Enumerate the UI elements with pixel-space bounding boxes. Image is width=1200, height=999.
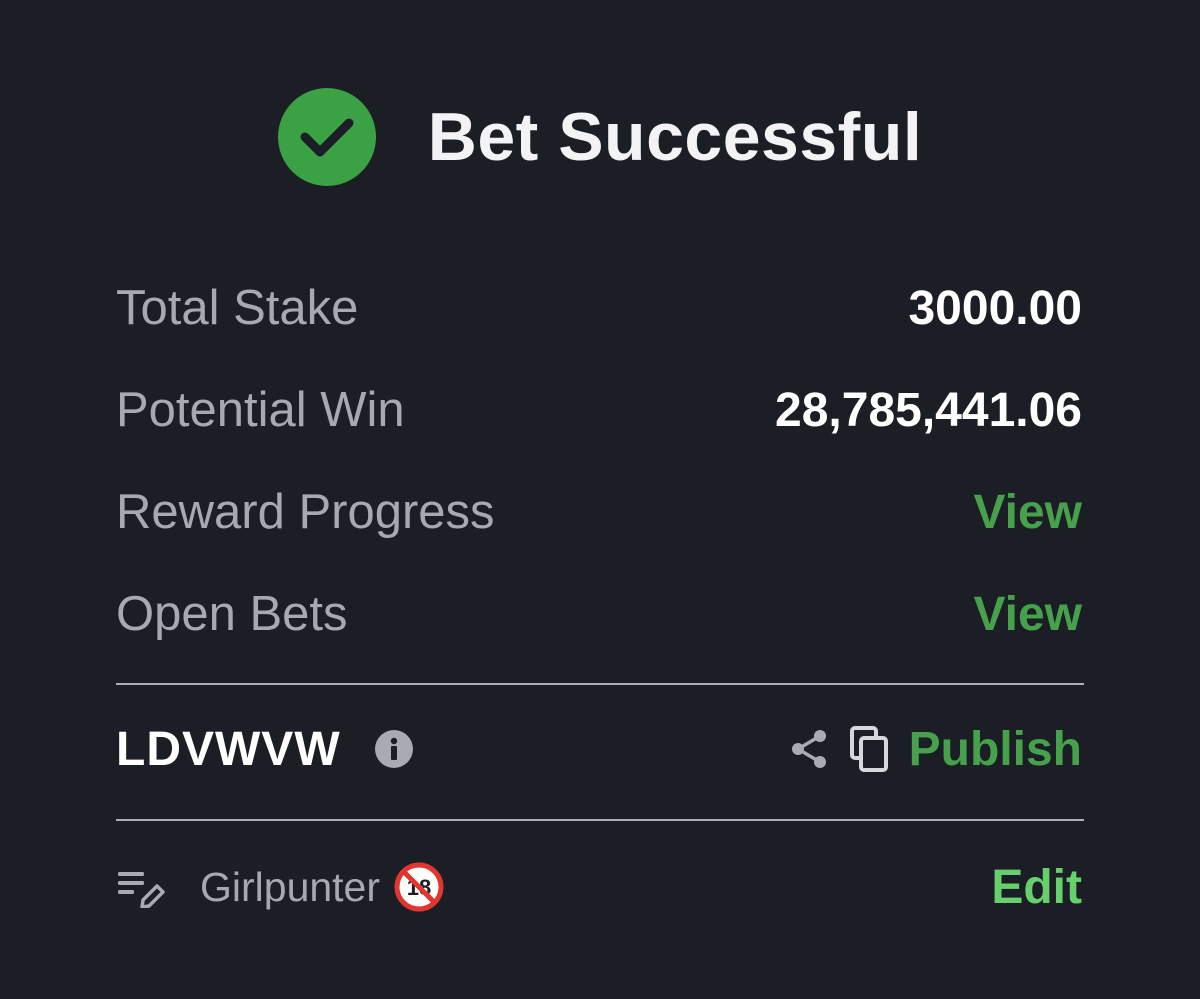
booking-code-group: LDVWVW	[116, 722, 413, 777]
info-icon[interactable]	[374, 730, 413, 768]
edit-button[interactable]: Edit	[991, 860, 1082, 915]
reward-progress-row: Reward Progress View	[116, 477, 1082, 547]
potential-win-row: Potential Win 28,785,441.06	[116, 375, 1082, 445]
potential-win-label: Potential Win	[116, 383, 405, 437]
username: Girlpunter	[200, 863, 381, 910]
total-stake-row: Total Stake 3000.00	[116, 273, 1082, 343]
publish-button[interactable]: Publish	[909, 722, 1082, 777]
divider	[116, 683, 1084, 685]
success-header: Bet Successful	[0, 84, 1200, 189]
copy-icon[interactable]	[849, 725, 889, 773]
page-title: Bet Successful	[427, 98, 923, 175]
no-under-18-icon: 18	[394, 862, 444, 912]
potential-win-value: 28,785,441.06	[775, 383, 1082, 437]
booking-code-row: LDVWVW Publish	[116, 714, 1082, 784]
open-bets-label: Open Bets	[116, 587, 348, 641]
footer-row: Girlpunter 18 Edit	[116, 852, 1082, 922]
total-stake-label: Total Stake	[116, 281, 359, 335]
divider	[116, 819, 1084, 821]
open-bets-row: Open Bets View	[116, 579, 1082, 649]
booking-code: LDVWVW	[116, 722, 341, 776]
booking-actions: Publish	[789, 722, 1082, 777]
check-circle-icon	[277, 87, 376, 186]
total-stake-value: 3000.00	[908, 281, 1082, 335]
notes-edit-icon	[116, 866, 166, 908]
share-icon[interactable]	[789, 728, 829, 770]
reward-progress-view-link[interactable]: View	[973, 485, 1082, 540]
reward-progress-label: Reward Progress	[116, 485, 495, 539]
footer-user-group: Girlpunter 18	[116, 862, 444, 912]
open-bets-view-link[interactable]: View	[973, 587, 1082, 642]
